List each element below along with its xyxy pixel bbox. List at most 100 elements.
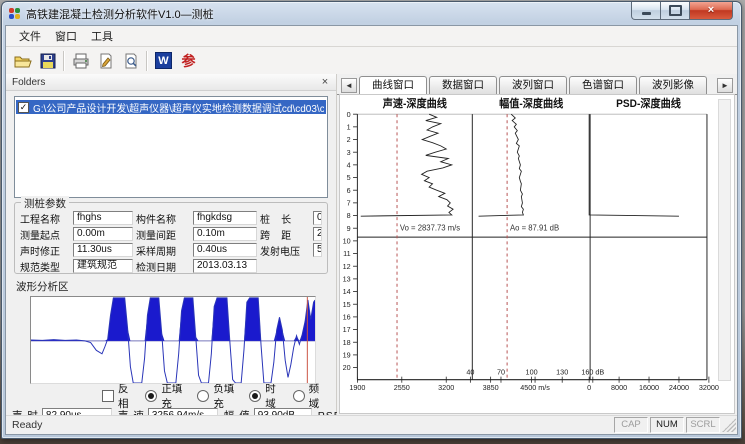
toolbar: W 参: [6, 47, 737, 75]
chart-annotation: Ao = 87.91 dB: [510, 224, 559, 233]
folders-close-icon[interactable]: ×: [318, 76, 332, 88]
x-tick-label: 2550: [394, 383, 410, 392]
depth-tick-label: 11: [343, 249, 350, 258]
minimize-button[interactable]: [631, 2, 661, 20]
word-icon: W: [155, 52, 172, 69]
charts-svg: 01234567891011121314151617181920声速-深度曲线1…: [340, 95, 734, 413]
folders-panel-header[interactable]: Folders ×: [6, 74, 336, 91]
param-value[interactable]: 0.40us: [193, 243, 257, 257]
word-export-button[interactable]: W: [151, 49, 176, 72]
client-area: 文件窗口工具 W: [5, 25, 738, 435]
window-title: 高铁建混凝土检测分析软件V1.0—测桩: [26, 6, 214, 22]
x-tick-label: 3200: [438, 383, 454, 392]
tab-1[interactable]: 数据窗口: [429, 76, 497, 94]
depth-tick-label: 17: [343, 325, 351, 334]
maximize-icon: [669, 5, 682, 16]
pile-params-grid: 工程名称fhghs构件名称fhgkdsg桩 长0.00m测量起点0.00m测量间…: [20, 211, 322, 273]
x-tick-label: 8000: [611, 383, 627, 392]
main-area: Folders × ✓ G:\公司产品设计开发\超声仪器\超声仪实地检测数据调试c…: [6, 74, 737, 416]
freq-domain-radio-icon[interactable]: [293, 390, 305, 402]
open-folder-button[interactable]: [10, 49, 35, 72]
depth-tick-label: 13: [343, 274, 351, 283]
invert-checkbox-icon[interactable]: [102, 390, 114, 402]
toolbar-separator: [63, 51, 65, 71]
param-value[interactable]: 2013.03.13: [193, 259, 257, 273]
screen: 高铁建混凝土检测分析软件V1.0—测桩 × 文件窗口工具: [0, 0, 745, 444]
chart-title: 幅值-深度曲线: [499, 97, 564, 110]
param-value[interactable]: 0.00m: [313, 211, 322, 225]
status-scrl: SCRL: [686, 417, 720, 433]
param-value[interactable]: 0.00m: [73, 227, 133, 241]
vertical-scrollbar[interactable]: [718, 99, 731, 381]
title-bar[interactable]: 高铁建混凝土检测分析软件V1.0—测桩 ×: [2, 2, 741, 25]
open-folder-icon: [14, 53, 32, 69]
time-domain-label: 时域: [265, 381, 279, 411]
toolbar-separator: [146, 51, 148, 71]
depth-curve: [479, 114, 524, 216]
time-domain-radio-icon[interactable]: [249, 390, 261, 402]
print-preview-button[interactable]: [118, 49, 143, 72]
chart-title: 声速-深度曲线: [382, 97, 448, 110]
menu-item-0[interactable]: 文件: [12, 26, 48, 46]
export-button[interactable]: [93, 49, 118, 72]
fill-positive-radio-icon[interactable]: [145, 390, 157, 402]
folder-path-label: G:\公司产品设计开发\超声仪器\超声仪实地检测数据调试cd\cd03\cd03…: [33, 100, 324, 115]
param-label: 声时修正: [20, 243, 70, 258]
fill-positive-label: 正填充: [161, 381, 184, 411]
save-button[interactable]: [35, 49, 60, 72]
depth-curve: [589, 114, 679, 216]
folder-list-item[interactable]: ✓ G:\公司产品设计开发\超声仪器\超声仪实地检测数据调试cd\cd03\cd0…: [16, 100, 326, 114]
right-panel: ◄曲线窗口数据窗口波列窗口色谱窗口波列影像► 01234567891011121…: [337, 74, 737, 416]
param-value[interactable]: 建筑规范: [73, 259, 133, 273]
fill-negative-radio-icon[interactable]: [197, 390, 209, 402]
param-value[interactable]: 11.30us: [73, 243, 133, 257]
resize-grip[interactable]: [722, 418, 736, 432]
time-domain-radio[interactable]: 时域: [249, 381, 279, 411]
depth-tick-label: 16: [343, 312, 351, 321]
depth-tick-label: 9: [347, 224, 351, 233]
tab-3[interactable]: 色谱窗口: [569, 76, 637, 94]
invert-checkbox[interactable]: 反相: [102, 381, 132, 411]
param-value[interactable]: fhghs: [73, 211, 133, 225]
param-value[interactable]: 0.10m: [193, 227, 257, 241]
maximize-button[interactable]: [661, 2, 689, 20]
checkbox-icon[interactable]: ✓: [18, 102, 29, 113]
freq-domain-radio[interactable]: 频域: [293, 381, 323, 411]
tab-scroll-right-icon[interactable]: ►: [717, 78, 733, 93]
param-value[interactable]: 270mm: [313, 227, 322, 241]
depth-tick-label: 10: [343, 236, 351, 245]
depth-tick-label: 15: [343, 300, 351, 309]
close-button[interactable]: ×: [689, 2, 733, 20]
chart-title: PSD-深度曲线: [616, 97, 681, 110]
depth-tick-label: 0: [347, 110, 351, 119]
waveform-svg: [31, 297, 315, 383]
x-tick-label: 100: [526, 367, 538, 376]
waveform-plot[interactable]: [30, 296, 316, 384]
depth-tick-label: 5: [347, 173, 351, 182]
tab-2[interactable]: 波列窗口: [499, 76, 567, 94]
status-ready-text: Ready: [6, 419, 614, 431]
fill-negative-radio[interactable]: 负填充: [197, 381, 236, 411]
folders-list[interactable]: ✓ G:\公司产品设计开发\超声仪器\超声仪实地检测数据调试cd\cd03\cd0…: [14, 96, 328, 198]
tab-scroll-left-icon[interactable]: ◄: [341, 78, 357, 93]
status-cap: CAP: [614, 417, 648, 433]
param-label: 采样周期: [136, 243, 190, 258]
param-label: 跨 距: [260, 227, 310, 242]
param-value[interactable]: 500V: [313, 243, 322, 257]
menu-item-2[interactable]: 工具: [84, 26, 120, 46]
print-preview-icon: [123, 53, 139, 69]
fill-positive-radio[interactable]: 正填充: [145, 381, 184, 411]
menu-item-1[interactable]: 窗口: [48, 26, 84, 46]
print-button[interactable]: [68, 49, 93, 72]
menu-bar: 文件窗口工具: [6, 26, 737, 47]
parameters-button[interactable]: 参: [176, 49, 201, 72]
waveform-area-title: 波形分析区: [16, 279, 336, 294]
tab-0[interactable]: 曲线窗口: [359, 76, 427, 95]
charts-panel[interactable]: 01234567891011121314151617181920声速-深度曲线1…: [339, 94, 735, 414]
x-tick-label: 40: [466, 367, 474, 376]
param-value[interactable]: fhgkdsg: [193, 211, 257, 225]
status-indicators: CAPNUMSCRL: [614, 417, 722, 433]
x-tick-label: 32000: [699, 383, 719, 392]
param-label: 桩 长: [260, 211, 310, 226]
tab-4[interactable]: 波列影像: [639, 76, 707, 94]
